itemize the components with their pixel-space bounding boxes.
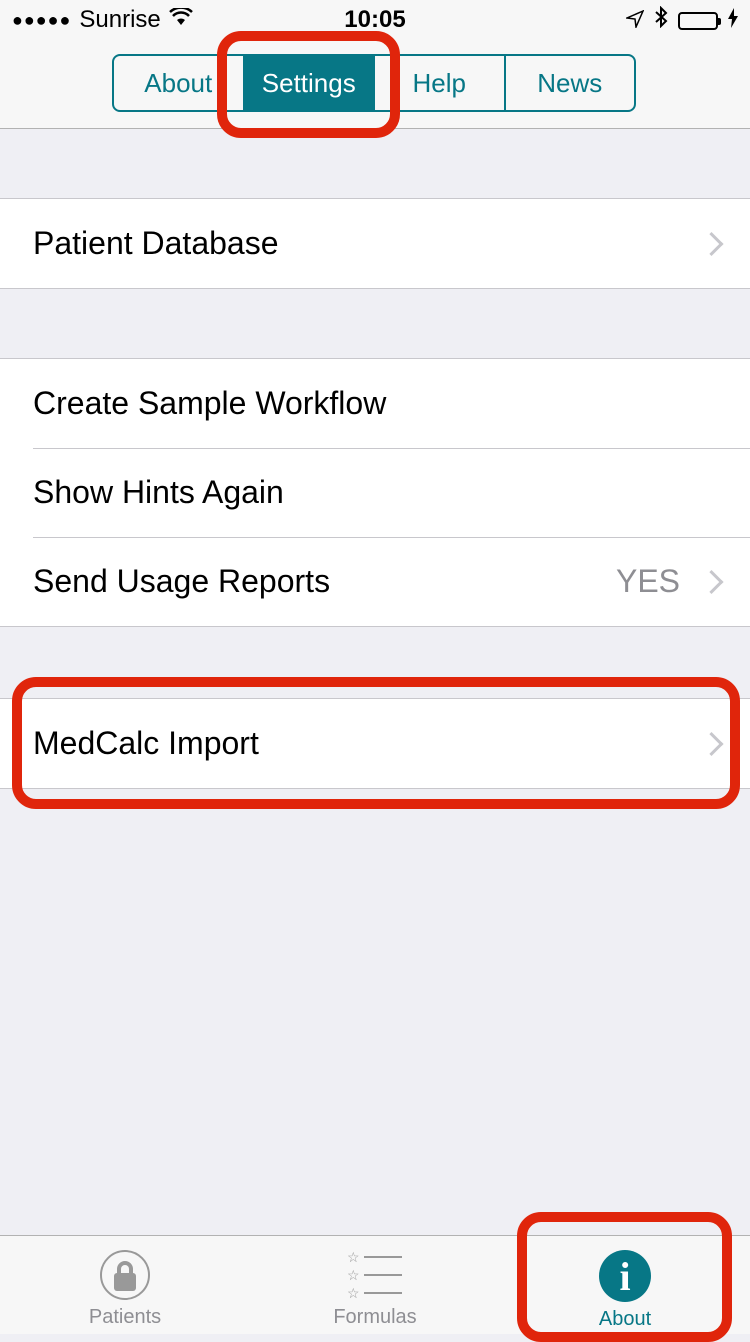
tab-label: About <box>598 1308 652 1330</box>
bluetooth-icon <box>654 5 668 35</box>
charging-icon <box>728 7 738 35</box>
tab-bar: Patients ☆ ☆ ☆ Formulas i About <box>0 1235 750 1334</box>
settings-group-general: Create Sample Workflow Show Hints Again … <box>0 358 750 627</box>
row-label: Show Hints Again <box>33 474 284 510</box>
tab-about[interactable]: i About <box>500 1236 750 1334</box>
settings-group-database: Patient Database <box>0 198 750 289</box>
lock-icon <box>100 1250 150 1300</box>
show-hints-again-row[interactable]: Show Hints Again <box>0 448 750 537</box>
battery-icon <box>678 11 721 30</box>
tab-label: Formulas <box>333 1306 417 1328</box>
create-sample-workflow-row[interactable]: Create Sample Workflow <box>0 359 750 448</box>
tab-label: Patients <box>88 1306 162 1328</box>
segment-help[interactable]: Help <box>373 56 504 110</box>
segmented-control: About Settings Help News <box>112 54 636 112</box>
status-bar: ●●●●● Sunrise 10:05 <box>0 0 750 40</box>
chevron-right-icon <box>699 731 724 756</box>
patient-database-row[interactable]: Patient Database <box>0 199 750 288</box>
settings-group-import: MedCalc Import <box>0 698 750 789</box>
star-list-icon: ☆ ☆ ☆ <box>347 1250 403 1300</box>
row-label: MedCalc Import <box>33 725 259 761</box>
medcalc-import-row[interactable]: MedCalc Import <box>0 699 750 788</box>
segment-about[interactable]: About <box>114 56 243 110</box>
chevron-right-icon <box>699 569 724 594</box>
send-usage-reports-row[interactable]: Send Usage Reports YES <box>0 537 750 626</box>
segment-news[interactable]: News <box>503 56 635 110</box>
tab-patients[interactable]: Patients <box>0 1236 250 1334</box>
navigation-bar: About Settings Help News <box>0 40 750 129</box>
usage-reports-value: YES <box>615 563 680 599</box>
location-icon <box>624 7 645 35</box>
info-icon: i <box>599 1250 651 1302</box>
tab-formulas[interactable]: ☆ ☆ ☆ Formulas <box>250 1236 500 1334</box>
row-label: Create Sample Workflow <box>33 385 387 421</box>
segment-settings[interactable]: Settings <box>242 56 373 110</box>
chevron-right-icon <box>699 231 724 256</box>
row-label: Send Usage Reports <box>33 563 331 599</box>
row-label: Patient Database <box>33 225 279 261</box>
